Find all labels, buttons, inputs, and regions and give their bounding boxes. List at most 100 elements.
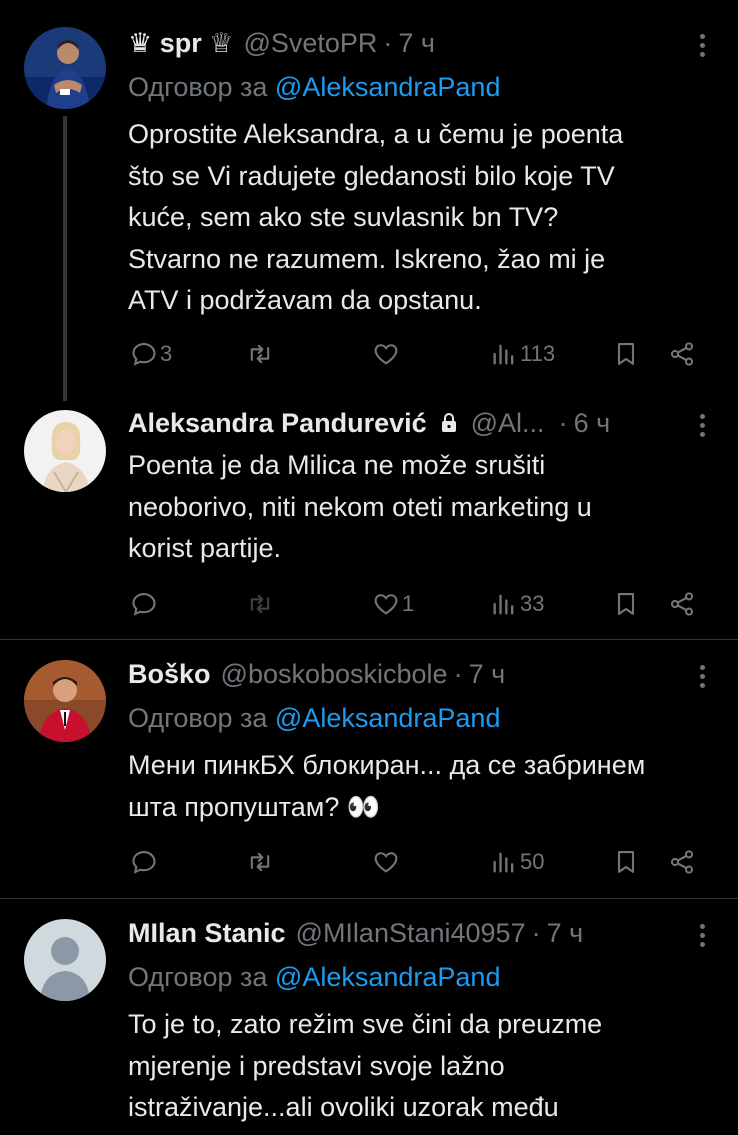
more-icon[interactable] xyxy=(692,918,712,952)
separator-dot: · xyxy=(453,659,463,689)
more-icon[interactable] xyxy=(692,659,712,693)
man-red-jacket-avatar xyxy=(24,660,106,742)
display-name[interactable]: ♛ spr ♕ xyxy=(128,26,233,60)
views-button[interactable]: 50 xyxy=(490,842,544,882)
share-icon xyxy=(670,850,694,874)
tweet-4[interactable]: MIlan Stanic @MIlanStani40957 · 7 ч Одго… xyxy=(0,899,738,1135)
reply-button[interactable] xyxy=(130,842,158,882)
reply-button[interactable]: 3 xyxy=(130,334,172,374)
reply-icon xyxy=(132,343,156,366)
repost-icon xyxy=(250,344,270,364)
text-line: To je to, zato režim sve čini da preuzme xyxy=(128,1009,603,1039)
more-icon[interactable] xyxy=(692,28,712,62)
display-name[interactable]: Aleksandra Pandurević xyxy=(128,406,427,440)
avatar-svetopr[interactable] xyxy=(24,27,106,109)
bookmark-button[interactable] xyxy=(612,842,640,882)
share-button[interactable] xyxy=(668,584,696,624)
text-line: ATV i podržavam da opstanu. xyxy=(128,285,482,315)
share-button[interactable] xyxy=(668,842,696,882)
action-bar: 1 33 xyxy=(128,584,698,624)
reply-to-link[interactable]: @AleksandraPand xyxy=(275,703,501,733)
like-button[interactable]: 1 xyxy=(372,584,414,624)
timestamp[interactable]: 7 ч xyxy=(398,26,435,60)
handle[interactable]: @MIlanStani40957 xyxy=(296,916,526,950)
share-icon xyxy=(670,342,694,366)
tweet-2[interactable]: Aleksandra Pandurević @Al... · 6 ч Poent… xyxy=(0,398,738,638)
tweet-header: ♛ spr ♕ @SvetoPR · 7 ч xyxy=(128,26,694,60)
action-bar: 50 xyxy=(128,842,698,882)
tweet-header: MIlan Stanic @MIlanStani40957 · 7 ч xyxy=(128,916,694,950)
text-line: istraživanje...ali ovoliki uzorak među xyxy=(128,1092,559,1122)
tweet-header: Boško @boskoboskicbole · 7 ч xyxy=(128,657,694,691)
repost-icon xyxy=(250,594,270,614)
tweet-3[interactable]: Boško @boskoboskicbole · 7 ч Одговор за … xyxy=(0,640,738,898)
tweet-text: Poenta je da Milica ne može srušiti neob… xyxy=(128,445,708,570)
bookmark-icon xyxy=(617,593,635,615)
views-count: 33 xyxy=(520,591,545,616)
like-icon xyxy=(374,594,398,615)
text-line: kuće, sem ako ste suvlasnik bn TV? xyxy=(128,202,559,232)
reply-icon xyxy=(132,851,156,874)
bookmark-icon xyxy=(617,343,635,365)
views-icon xyxy=(493,852,514,873)
display-name[interactable]: Boško xyxy=(128,657,211,691)
reply-prefix: Одговор за xyxy=(128,72,268,102)
text-line: шта пропуштам? 👀 xyxy=(128,791,381,822)
reply-to-link[interactable]: @AleksandraPand xyxy=(275,962,501,992)
tweet-text: Oprostite Aleksandra, a u čemu je poenta… xyxy=(128,114,708,322)
handle[interactable]: @Al... xyxy=(471,406,545,440)
share-button[interactable] xyxy=(668,334,696,374)
like-count: 1 xyxy=(402,591,415,616)
timestamp[interactable]: 7 ч xyxy=(469,657,506,691)
reply-prefix: Одговор за xyxy=(128,962,268,992)
text-line: Poenta je da Milica ne može srušiti xyxy=(128,450,546,480)
reply-to-link[interactable]: @AleksandraPand xyxy=(275,72,501,102)
avatar-bosko[interactable] xyxy=(24,660,106,742)
reply-context: Одговор за @AleksandraPand xyxy=(128,960,500,994)
lock-icon xyxy=(441,413,456,432)
text-line: Мени пинкБХ блокиран... да се забринем xyxy=(128,750,646,780)
avatar-aleksandra[interactable] xyxy=(24,410,106,492)
views-button[interactable]: 33 xyxy=(490,584,544,624)
like-icon xyxy=(374,852,398,873)
default-profile-avatar xyxy=(24,919,106,1001)
display-name[interactable]: MIlan Stanic xyxy=(128,916,286,950)
reply-prefix: Одговор за xyxy=(128,703,268,733)
more-icon[interactable] xyxy=(692,408,712,442)
blonde-woman-avatar xyxy=(24,410,106,492)
timestamp[interactable]: 6 ч xyxy=(574,406,611,440)
text-line: Oprostite Aleksandra, a u čemu je poenta xyxy=(128,119,624,149)
handle[interactable]: @boskoboskicbole xyxy=(221,657,448,691)
reply-icon xyxy=(132,593,156,616)
bookmark-button[interactable] xyxy=(612,334,640,374)
reply-context: Одговор за @AleksandraPand xyxy=(128,70,500,104)
text-line: što se Vi radujete gledanosti bilo koje … xyxy=(128,160,615,191)
tweet-1[interactable]: ♛ spr ♕ @SvetoPR · 7 ч Одговор за @Aleks… xyxy=(0,0,738,401)
tennis-player-avatar xyxy=(24,27,106,109)
action-bar: 3 113 xyxy=(128,334,698,374)
timestamp[interactable]: 7 ч xyxy=(547,916,584,950)
like-button[interactable] xyxy=(372,842,400,882)
like-icon xyxy=(374,344,398,365)
like-button[interactable] xyxy=(372,334,400,374)
text-line: korist partije. xyxy=(128,533,282,563)
tweet-text: Мени пинкБХ блокиран... да се забринем ш… xyxy=(128,745,708,828)
tweet-header: Aleksandra Pandurević @Al... · 6 ч xyxy=(128,406,694,440)
bookmark-button[interactable] xyxy=(612,584,640,624)
avatar-milan[interactable] xyxy=(24,919,106,1001)
reply-button[interactable] xyxy=(130,584,158,624)
reply-count: 3 xyxy=(160,341,173,366)
repost-button[interactable] xyxy=(246,334,274,374)
repost-button[interactable] xyxy=(246,584,274,624)
views-icon xyxy=(493,344,514,365)
separator-dot: · xyxy=(558,408,568,438)
tweet-text: To je to, zato režim sve čini da preuzme… xyxy=(128,1004,708,1129)
views-icon xyxy=(493,594,514,615)
reply-context: Одговор за @AleksandraPand xyxy=(128,701,500,735)
separator-dot: · xyxy=(383,28,393,58)
handle[interactable]: @SvetoPR xyxy=(243,26,377,60)
repost-button[interactable] xyxy=(246,842,274,882)
share-icon xyxy=(670,592,694,616)
bookmark-icon xyxy=(617,851,635,873)
views-button[interactable]: 113 xyxy=(490,334,555,374)
